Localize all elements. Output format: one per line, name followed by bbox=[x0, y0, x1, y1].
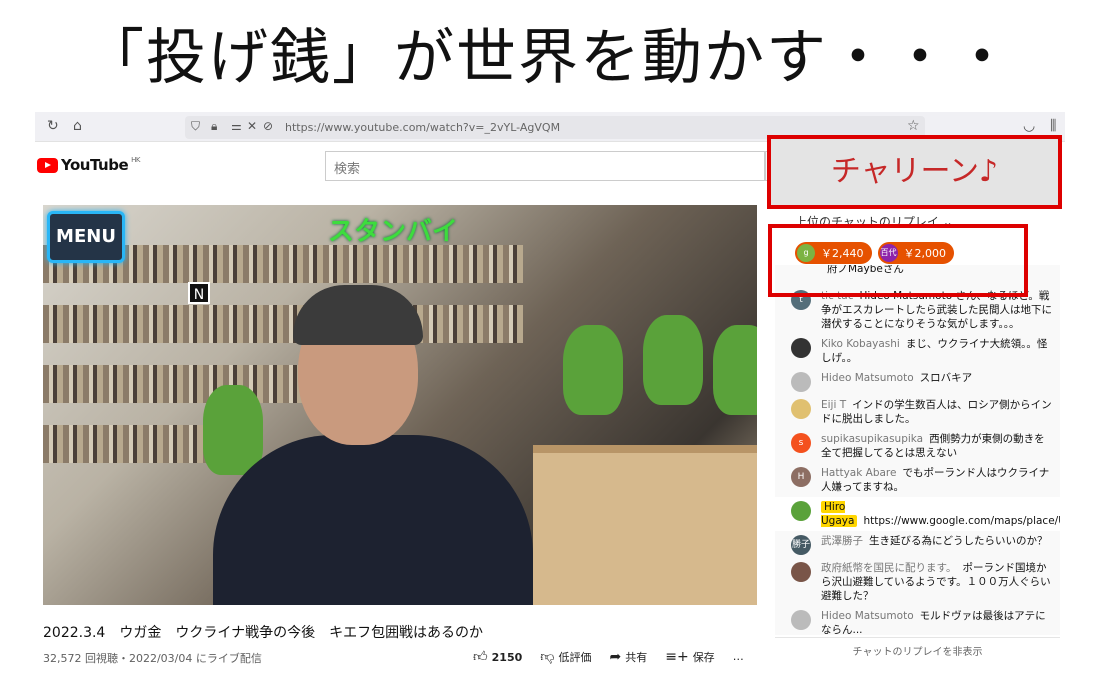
chat-message: Hideo Matsumoto モルドヴァは最後はアテにならん... bbox=[775, 606, 1060, 635]
lock-icon[interactable]: 🔒︎ bbox=[211, 119, 217, 134]
reload-icon[interactable]: ↻ bbox=[47, 118, 59, 134]
like-count: 2150 bbox=[491, 651, 523, 664]
nfc-icon: N bbox=[188, 282, 210, 304]
url-text[interactable]: https://www.youtube.com/watch?v=_2vYL-Ag… bbox=[285, 121, 560, 134]
presenter bbox=[213, 285, 533, 605]
avatar[interactable] bbox=[791, 562, 811, 582]
avatar[interactable] bbox=[791, 338, 811, 358]
dislike-label: 低評価 bbox=[558, 651, 592, 664]
chat-message: Hiro Ugaya https://www.google.com/maps/pl… bbox=[775, 497, 1060, 531]
chat-author[interactable]: Hiro Ugaya bbox=[821, 501, 858, 527]
save-label: 保存 bbox=[692, 650, 715, 664]
chat-message: 勝子 武澤勝子 生き延びる為にどうしたらいいのか？ bbox=[775, 531, 1060, 558]
frog-figure bbox=[643, 315, 703, 405]
avatar[interactable] bbox=[791, 501, 811, 521]
chat-message: H Hattyak Abare でもポーランド人はウクライナ人嫌ってますね。 bbox=[775, 463, 1060, 497]
chat-author[interactable]: Hideo Matsumoto bbox=[821, 372, 914, 384]
chat-message: Eiji T インドの学生数百人は、ロシア側からインドに脱出しました。 bbox=[775, 395, 1060, 429]
youtube-play-icon bbox=[37, 157, 58, 173]
playlist-add-icon: ≡+ bbox=[665, 648, 689, 665]
menu-overlay: MENU bbox=[47, 211, 125, 263]
standby-overlay: スタンバイ bbox=[328, 217, 459, 247]
library-icon[interactable]: ⫼ bbox=[1050, 118, 1056, 134]
video-title: 2022.3.4 ウガ金 ウクライナ戦争の今後 キエフ包囲戦はあるのか bbox=[43, 625, 484, 641]
star-icon[interactable]: ☆ bbox=[907, 118, 920, 134]
logo-text: YouTube bbox=[61, 156, 129, 174]
thumbs-down-icon: 👎︎ bbox=[540, 649, 555, 665]
thumbs-up-icon: 👍︎ bbox=[473, 649, 488, 665]
avatar[interactable] bbox=[791, 372, 811, 392]
slide-title: 「投げ銭」が世界を動かす・・・ bbox=[84, 23, 1014, 93]
chat-author[interactable]: 武澤勝子 bbox=[821, 535, 863, 547]
share-label: 共有 bbox=[625, 650, 648, 664]
highlight-box bbox=[768, 224, 1028, 297]
chat-text: インドの学生数百人は、ロシア側からインドに脱出しました。 bbox=[821, 399, 1052, 425]
share-icon: ➦ bbox=[609, 648, 622, 665]
chat-link[interactable]: https://www.google.com/maps/place/Ukr... bbox=[863, 515, 1060, 527]
dislike-button[interactable]: 👎︎ 低評価 bbox=[540, 648, 591, 665]
hide-chat-button[interactable]: チャットのリプレイを非表示 bbox=[775, 637, 1060, 659]
drawer-cabinet bbox=[533, 445, 757, 605]
avatar[interactable] bbox=[791, 610, 811, 630]
avatar[interactable]: H bbox=[791, 467, 811, 487]
chat-author[interactable]: Hattyak Abare bbox=[821, 467, 896, 479]
video-meta: 32,572 回視聴・2022/03/04 にライブ配信 bbox=[43, 652, 262, 665]
mic-off-icon[interactable]: ✕ bbox=[247, 119, 257, 133]
pocket-icon[interactable]: ◡ bbox=[1023, 118, 1035, 134]
callout-box: チャリーン♪ bbox=[767, 135, 1062, 209]
chat-author[interactable]: Kiko Kobayashi bbox=[821, 338, 900, 350]
video-actions: 👍︎ 2150 👎︎ 低評価 ➦ 共有 ≡+ 保存 … bbox=[473, 648, 744, 666]
permissions-icon[interactable]: ⚌ bbox=[231, 119, 242, 133]
youtube-logo[interactable]: YouTube HK bbox=[37, 156, 141, 174]
save-button[interactable]: ≡+ 保存 bbox=[665, 649, 714, 665]
chat-author[interactable]: Hideo Matsumoto bbox=[821, 610, 914, 622]
chat-message: 政府紙幣を国民に配ります。 ポーランド国境から沢山避難しているようです。１００万人… bbox=[775, 558, 1060, 606]
avatar[interactable]: 勝子 bbox=[791, 535, 811, 555]
share-button[interactable]: ➦ 共有 bbox=[609, 649, 647, 665]
video-player[interactable]: MENU スタンバイ N bbox=[43, 205, 757, 605]
shield-icon[interactable]: ⛉ bbox=[191, 119, 200, 134]
chat-message: s supikasupikasupika 西側勢力が東側の動きを全て把握してるとは思… bbox=[775, 429, 1060, 463]
search-input[interactable]: 検索 bbox=[325, 151, 765, 181]
more-button[interactable]: … bbox=[733, 650, 744, 663]
avatar[interactable] bbox=[791, 399, 811, 419]
chat-author[interactable]: supikasupikasupika bbox=[821, 433, 923, 445]
chat-message-list[interactable]: 府ノMaybeさん t tic tac Hideo Matsumoto さん、なるほど… bbox=[775, 265, 1060, 635]
chat-text: 生き延びる為にどうしたらいいのか？ bbox=[869, 535, 1048, 547]
frog-figure bbox=[563, 325, 623, 415]
like-button[interactable]: 👍︎ 2150 bbox=[473, 648, 522, 665]
home-icon[interactable]: ⌂ bbox=[73, 118, 82, 134]
chat-text: スロバキア bbox=[919, 372, 973, 384]
camera-off-icon[interactable]: ⊘ bbox=[263, 119, 273, 133]
region-label: HK bbox=[131, 156, 141, 164]
chat-message: Hideo Matsumoto スロバキア bbox=[775, 368, 1060, 395]
chat-author[interactable]: Eiji T bbox=[821, 399, 846, 411]
chat-message: Kiko Kobayashi まじ、ウクライナ大統領。。怪しげ。。 bbox=[775, 334, 1060, 368]
frog-figure bbox=[713, 325, 757, 415]
chat-author[interactable]: 政府紙幣を国民に配ります。 bbox=[821, 562, 956, 574]
avatar[interactable]: s bbox=[791, 433, 811, 453]
